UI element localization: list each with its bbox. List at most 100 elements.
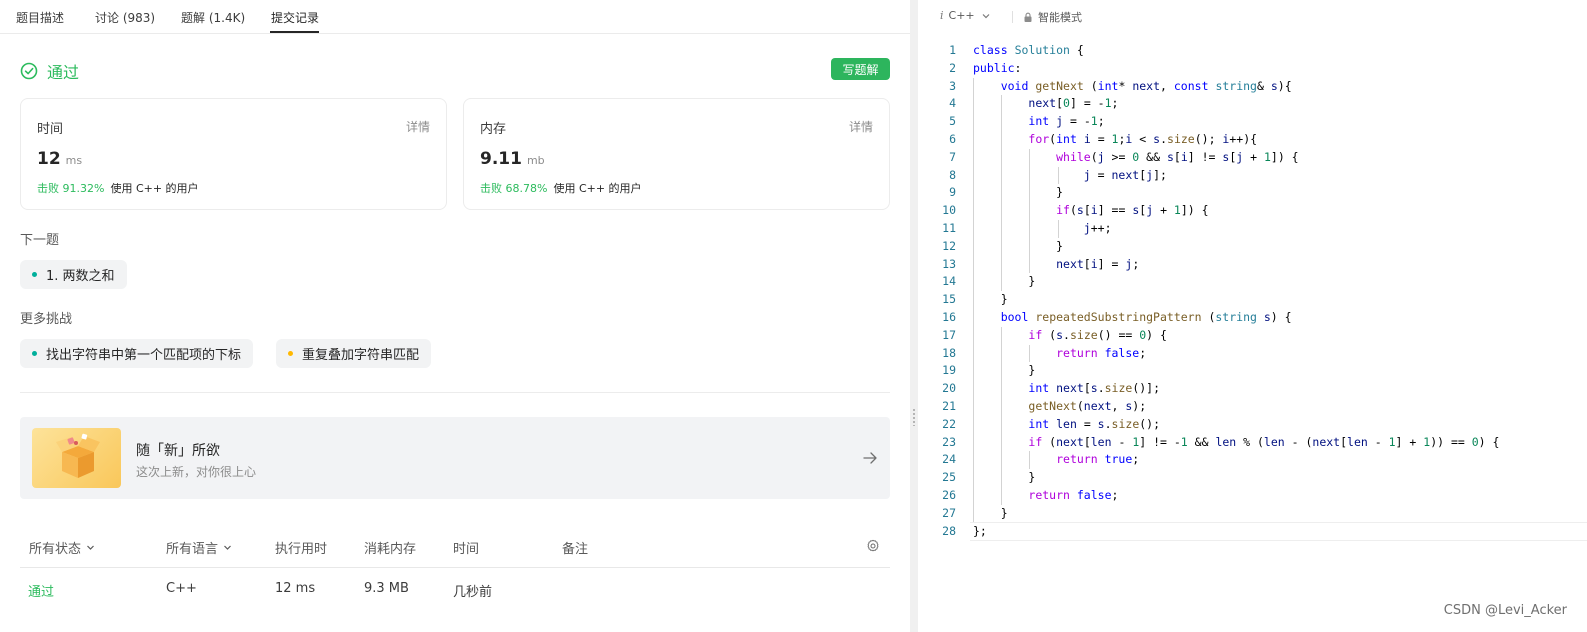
- smart-mode-toggle[interactable]: 智能模式: [1023, 9, 1082, 25]
- panel-resize-handle[interactable]: [910, 0, 918, 632]
- line-number: 26: [942, 487, 956, 502]
- runtime-column-header: 执行用时: [275, 542, 328, 557]
- code-text: void getNext (int* next, const string& s…: [1000, 78, 1292, 93]
- challenge-chip[interactable]: 重复叠加字符串匹配: [276, 339, 432, 368]
- line-number: 11: [942, 220, 956, 235]
- status-filter-label: 所有状态: [29, 542, 82, 557]
- line-number: 12: [942, 238, 956, 253]
- code-line[interactable]: 27 }: [918, 504, 1587, 523]
- code-line[interactable]: 22 int len = s.size();: [918, 415, 1587, 434]
- row-language: C++: [166, 581, 197, 596]
- code-text: if (next[len - 1] != -1 && len % (len - …: [1028, 434, 1500, 449]
- line-number: 19: [942, 363, 956, 378]
- code-line[interactable]: 19 }: [918, 362, 1587, 381]
- line-number: 17: [942, 327, 956, 342]
- code-line[interactable]: 6 for(int i = 1;i < s.size(); i++){: [918, 130, 1587, 149]
- code-line[interactable]: 18 return false;: [918, 344, 1587, 363]
- easy-dot-icon: [32, 272, 37, 277]
- section-divider: [20, 392, 890, 393]
- code-line[interactable]: 21 getNext(next, s);: [918, 397, 1587, 416]
- check-circle-icon: [20, 62, 38, 80]
- code-text: next[0] = -1;: [1028, 96, 1119, 111]
- line-number: 25: [942, 470, 956, 485]
- code-line[interactable]: 4 next[0] = -1;: [918, 95, 1587, 114]
- code-text: int len = s.size();: [1028, 416, 1161, 431]
- next-question-label: 下一题: [20, 233, 60, 248]
- code-editor[interactable]: 1 class Solution { 2 public: 3 void getNext …: [918, 42, 1587, 541]
- code-line[interactable]: 13 next[i] = j;: [918, 255, 1587, 274]
- code-line[interactable]: 9 }: [918, 184, 1587, 203]
- tab-description[interactable]: 题目描述: [16, 9, 64, 26]
- lock-icon: [1024, 12, 1032, 22]
- code-text: }: [973, 470, 1036, 485]
- code-line[interactable]: 11 j++;: [918, 219, 1587, 238]
- runtime-value: 12 ms: [37, 149, 82, 169]
- gear-icon[interactable]: [866, 539, 880, 553]
- code-text: int next[s.size()];: [1028, 381, 1161, 396]
- next-question-chip[interactable]: 1. 两数之和: [20, 260, 127, 289]
- code-text: if(s[i] == s[j + 1]) {: [1056, 203, 1209, 218]
- language-select[interactable]: i C++: [940, 9, 991, 22]
- code-text: class Solution {: [973, 43, 1084, 57]
- challenge-chip[interactable]: 找出字符串中第一个匹配项的下标: [20, 339, 254, 368]
- gift-box-icon: [32, 428, 121, 488]
- language-label: C++: [948, 9, 975, 22]
- line-number: 20: [942, 381, 956, 396]
- line-number: 22: [942, 416, 956, 431]
- memory-value: 9.11 mb: [480, 149, 545, 169]
- code-line[interactable]: 15 }: [918, 291, 1587, 309]
- code-line[interactable]: 14 }: [918, 273, 1587, 292]
- line-number: 5: [949, 114, 956, 129]
- code-line[interactable]: 28};: [918, 521, 1587, 541]
- promo-banner[interactable]: 随「新」所欲 这次上新，对你很上心: [20, 417, 890, 499]
- code-line[interactable]: 17 if (s.size() == 0) {: [918, 326, 1587, 345]
- code-line[interactable]: 20 int next[s.size()];: [918, 380, 1587, 398]
- tab-solutions[interactable]: 题解 (1.4K): [181, 9, 245, 26]
- tab-submissions[interactable]: 提交记录: [271, 9, 319, 26]
- status-filter[interactable]: 所有状态: [29, 538, 95, 557]
- code-line[interactable]: 2 public:: [918, 60, 1587, 78]
- code-line[interactable]: 24 return true;: [918, 451, 1587, 470]
- code-line[interactable]: 7 while(j >= 0 && s[i] != s[j + 1]) {: [918, 148, 1587, 167]
- toolbar-divider: [1012, 11, 1013, 23]
- memory-detail-link[interactable]: 详情: [849, 118, 873, 135]
- tab-bar: 题目描述 讨论 (983) 题解 (1.4K) 提交记录: [0, 0, 910, 34]
- code-line[interactable]: 25 }: [918, 469, 1587, 487]
- runtime-detail-link[interactable]: 详情: [406, 118, 430, 135]
- code-line[interactable]: 10 if(s[i] == s[j + 1]) {: [918, 202, 1587, 220]
- chevron-down-icon: [982, 13, 990, 18]
- memory-number: 9.11: [480, 149, 522, 169]
- line-number: 4: [949, 96, 956, 111]
- line-number: 13: [942, 256, 956, 271]
- arrow-right-icon: [863, 452, 877, 464]
- line-number: 9: [949, 185, 956, 200]
- line-number: 23: [942, 434, 956, 449]
- code-text: j = next[j];: [1083, 167, 1167, 182]
- table-row[interactable]: 通过 C++ 12 ms 9.3 MB 几秒前: [20, 569, 890, 609]
- code-line[interactable]: 5 int j = -1;: [918, 113, 1587, 131]
- line-number: 1: [949, 43, 956, 57]
- language-filter[interactable]: 所有语言: [166, 538, 232, 557]
- code-text: j++;: [1083, 220, 1112, 235]
- code-text: }: [973, 238, 1064, 253]
- row-status-link[interactable]: 通过: [28, 581, 54, 600]
- line-number: 2: [949, 60, 956, 75]
- active-tab-indicator: [270, 31, 319, 33]
- code-line[interactable]: 1 class Solution {: [918, 42, 1587, 60]
- row-runtime: 12 ms: [275, 581, 316, 596]
- line-number: 27: [942, 505, 956, 520]
- code-line[interactable]: 3 void getNext (int* next, const string&…: [918, 77, 1587, 96]
- line-number: 8: [949, 167, 956, 182]
- code-line[interactable]: 12 }: [918, 237, 1587, 256]
- code-line[interactable]: 16 bool repeatedSubstringPattern (string…: [918, 308, 1587, 327]
- banner-subtitle: 这次上新，对你很上心: [136, 465, 257, 479]
- code-text: int j = -1;: [1028, 114, 1105, 129]
- tab-discussion[interactable]: 讨论 (983): [95, 9, 155, 26]
- code-text: return false;: [1056, 345, 1147, 360]
- runtime-title: 时间: [37, 122, 64, 137]
- runtime-unit: ms: [65, 154, 83, 167]
- code-line[interactable]: 26 return false;: [918, 486, 1587, 505]
- write-solution-button[interactable]: 写题解: [831, 58, 890, 80]
- code-line[interactable]: 23 if (next[len - 1] != -1 && len % (len…: [918, 433, 1587, 452]
- code-line[interactable]: 8 j = next[j];: [918, 166, 1587, 185]
